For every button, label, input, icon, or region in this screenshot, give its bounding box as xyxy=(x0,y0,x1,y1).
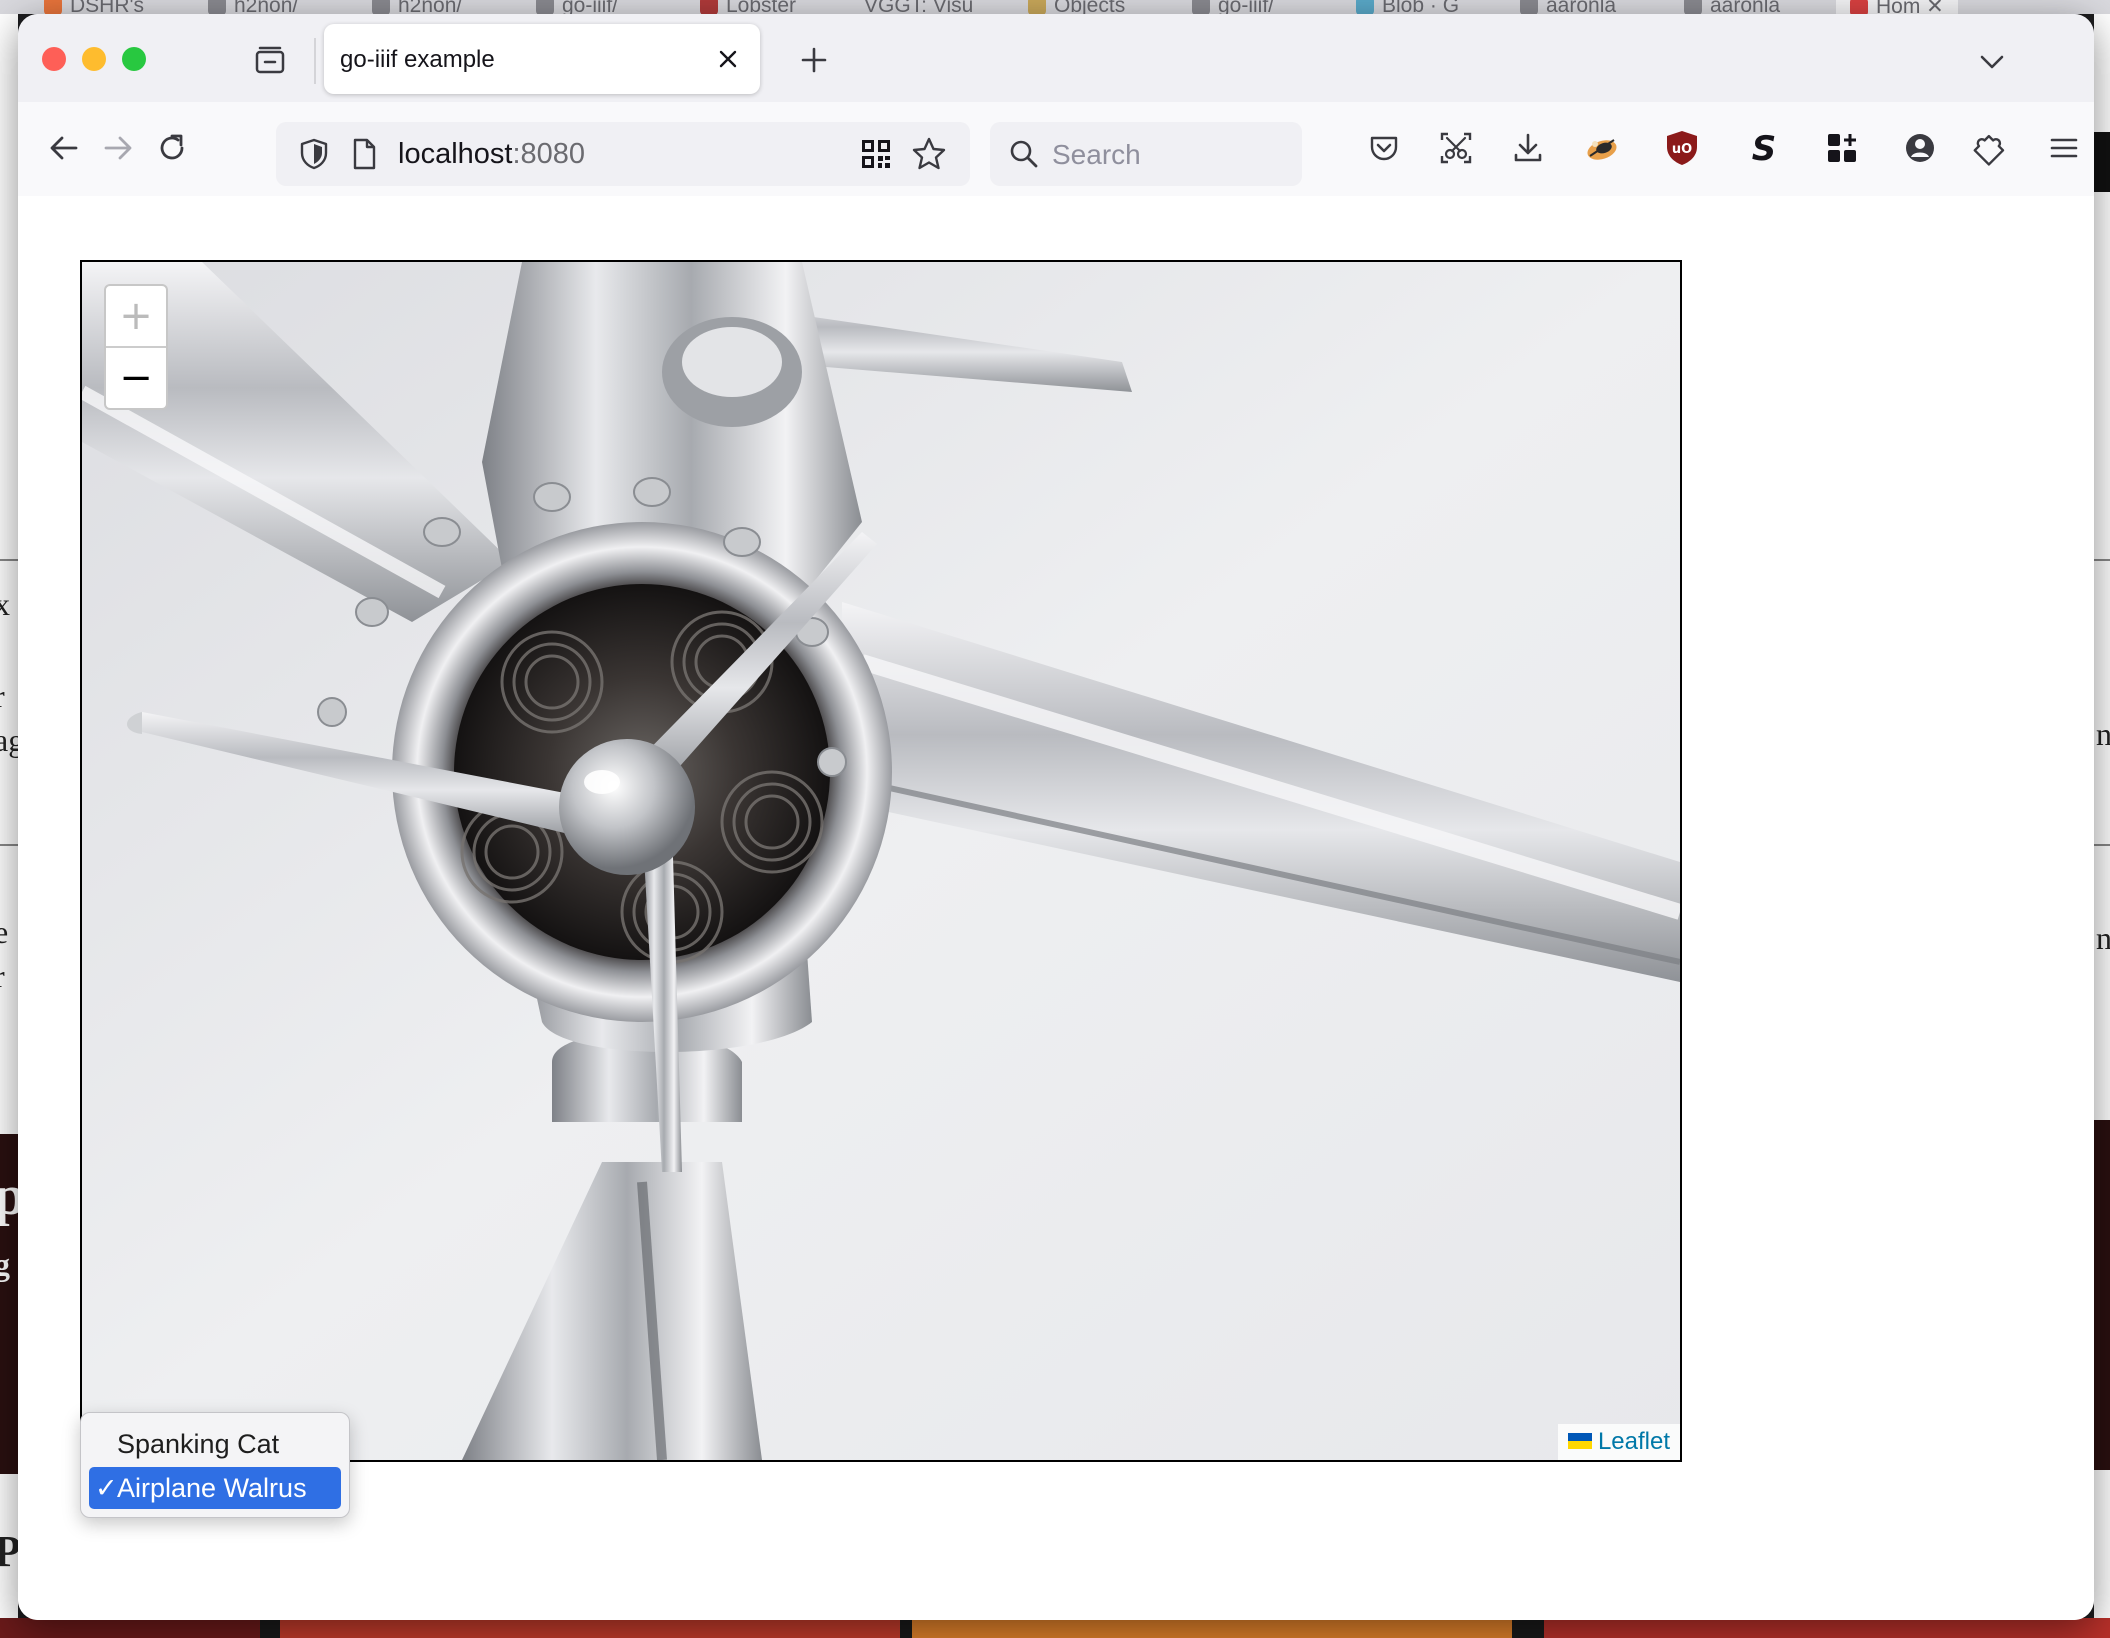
background-tab: Lobster xyxy=(700,0,796,14)
navigation-toolbar: localhost:8080 Search uO S xyxy=(18,102,2094,198)
reload-icon[interactable] xyxy=(148,124,196,172)
screenshot-icon[interactable] xyxy=(1432,124,1480,172)
forward-icon[interactable] xyxy=(94,124,142,172)
list-all-tabs-chevron-down-icon[interactable] xyxy=(1972,42,2012,82)
zoom-in-button[interactable]: + xyxy=(106,286,166,346)
background-tabstrip: DSHR's h2non/ h2non/ go-iiif/ Lobster VG… xyxy=(0,0,2110,14)
option-label: Airplane Walrus xyxy=(117,1473,307,1503)
url-text: localhost:8080 xyxy=(398,138,586,170)
s-extension-icon[interactable]: S xyxy=(1740,124,1788,172)
search-icon xyxy=(1010,140,1038,168)
leaflet-map[interactable]: + − Leaflet xyxy=(80,260,1682,1462)
background-tab: Blob · G xyxy=(1356,0,1459,14)
new-tab-button[interactable] xyxy=(794,40,834,80)
background-tab: aaronla xyxy=(1684,0,1780,14)
bookmark-star-icon[interactable] xyxy=(910,135,948,173)
svg-text:S: S xyxy=(1752,129,1777,168)
leaflet-link[interactable]: Leaflet xyxy=(1598,1428,1670,1455)
browser-window: go-iiif example localhost:8080 Search uO… xyxy=(18,14,2094,1620)
image-select-dropdown[interactable]: Spanking Cat ✓ Airplane Walrus xyxy=(80,1412,350,1518)
background-tab: h2non/ xyxy=(208,0,298,14)
page-content: + − Leaflet Spanking Cat ✓ Airplane Walr… xyxy=(18,196,2094,1620)
svg-text:uO: uO xyxy=(1672,142,1692,157)
back-icon[interactable] xyxy=(40,124,88,172)
background-page-left-strip: x r ag e r p g P xyxy=(0,14,18,1638)
menu-icon[interactable] xyxy=(2040,124,2088,172)
tab-title: go-iiif example xyxy=(340,46,495,73)
background-tab: h2non/ xyxy=(372,0,462,14)
background-page-right-strip: n n xyxy=(2094,14,2110,1638)
background-tab: aaronla xyxy=(1520,0,1616,14)
page-info-icon[interactable] xyxy=(348,137,380,171)
checkmark-icon: ✓ xyxy=(95,1473,118,1503)
extensions-puzzle-icon[interactable] xyxy=(1968,124,2016,172)
background-tab: DSHR's xyxy=(44,0,144,14)
tab-close-icon[interactable] xyxy=(714,45,742,73)
grid-extension-icon[interactable] xyxy=(1818,124,1866,172)
window-minimize-button[interactable] xyxy=(82,47,106,71)
qr-code-icon[interactable] xyxy=(858,136,894,172)
pocket-icon[interactable] xyxy=(1360,124,1408,172)
url-bar[interactable]: localhost:8080 xyxy=(276,122,970,186)
search-input[interactable] xyxy=(1050,132,1294,178)
tracking-protection-shield-icon[interactable] xyxy=(296,136,332,172)
background-tab: VGGT: Visu xyxy=(864,0,974,14)
account-icon[interactable] xyxy=(1896,124,1944,172)
tab-bar: go-iiif example xyxy=(18,14,2094,102)
select-option-airplane-walrus[interactable]: ✓ Airplane Walrus xyxy=(89,1467,341,1509)
firefox-view-icon[interactable] xyxy=(250,41,290,81)
window-zoom-button[interactable] xyxy=(122,47,146,71)
background-tab: go-iiif/ xyxy=(1192,0,1274,14)
background-tab-active: Hom ✕ xyxy=(1836,0,1958,14)
zoom-control: + − xyxy=(104,284,168,410)
downloads-icon[interactable] xyxy=(1504,124,1552,172)
background-page-bottom-strip xyxy=(0,1618,2110,1638)
tab-go-iiif-example[interactable]: go-iiif example xyxy=(324,24,760,94)
map-attribution: Leaflet xyxy=(1557,1424,1680,1460)
extension-icon[interactable] xyxy=(1578,124,1626,172)
option-label: Spanking Cat xyxy=(117,1429,280,1459)
select-option-spanking-cat[interactable]: Spanking Cat xyxy=(89,1423,341,1465)
search-bar[interactable] xyxy=(990,122,1302,186)
window-close-button[interactable] xyxy=(42,47,66,71)
background-tab: go-iiif/ xyxy=(536,0,618,14)
background-tab: Objects xyxy=(1028,0,1125,14)
tab-separator xyxy=(314,38,316,84)
zoom-out-button[interactable]: − xyxy=(106,346,166,408)
airplane-photo-tile xyxy=(82,262,1680,1460)
ublock-icon[interactable]: uO xyxy=(1658,124,1706,172)
ukraine-flag-icon xyxy=(1567,1432,1592,1449)
